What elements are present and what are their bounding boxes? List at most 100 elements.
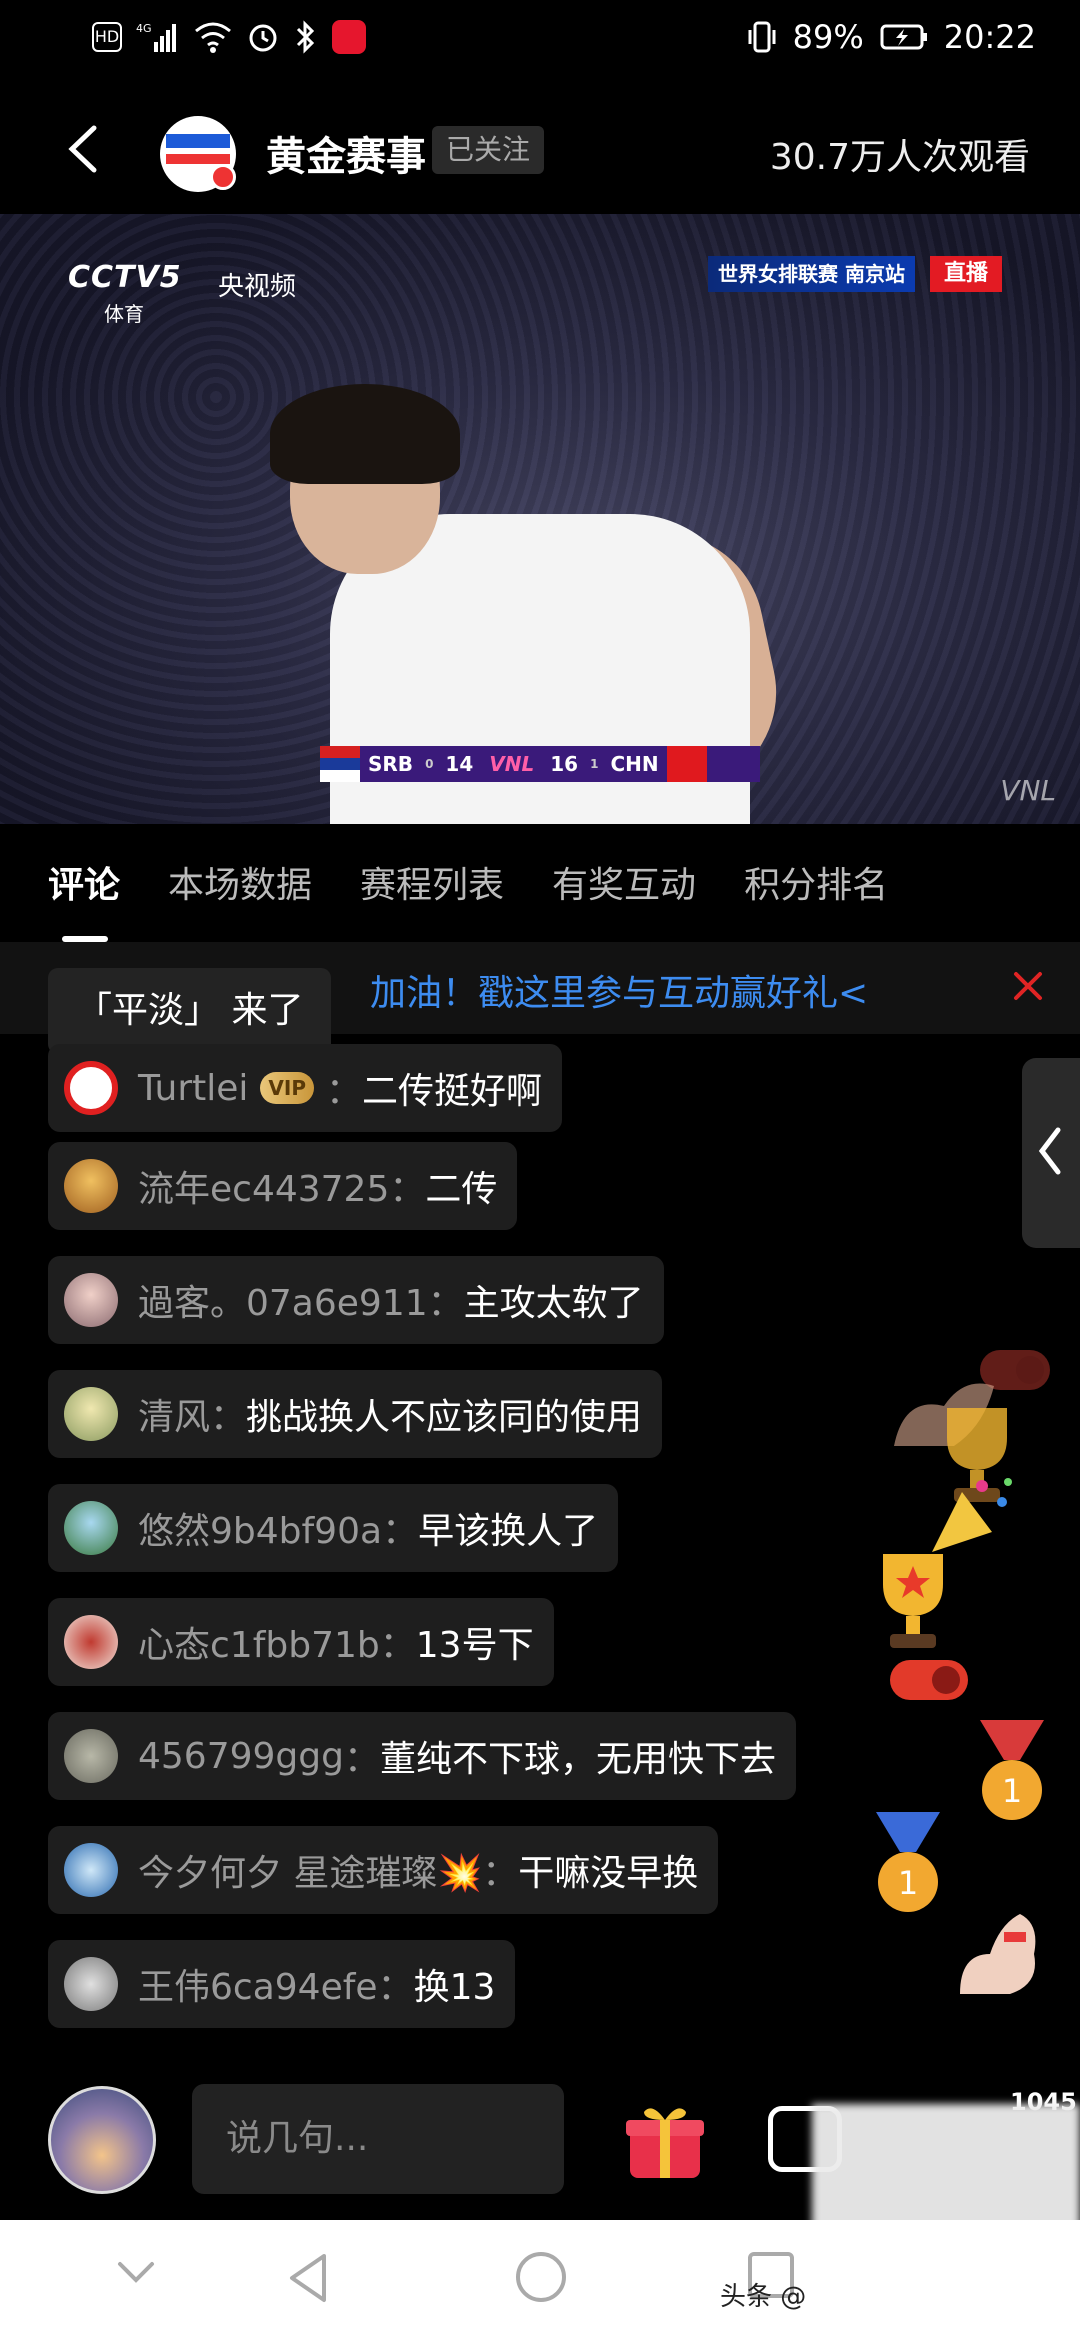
back-icon[interactable] bbox=[60, 124, 110, 174]
join-notification: 「平淡」 来了 bbox=[48, 968, 332, 1054]
vibrate-icon bbox=[748, 21, 776, 53]
broadcaster-logo: CCTV5 bbox=[68, 260, 182, 295]
comment-item[interactable]: 今夕何夕 星途璀璨💥 ： 干嘛没早换 bbox=[48, 1826, 719, 1914]
whistle-icon bbox=[890, 1660, 968, 1700]
comment-item[interactable]: 悠然9b4bf90a ： 早该换人了 bbox=[48, 1484, 619, 1572]
scoreboard: SRB 0 14 VNL 16 1 CHN bbox=[320, 746, 760, 782]
channel-name[interactable]: 黄金赛事 bbox=[266, 124, 426, 182]
comment-item[interactable]: 王伟6ca94efe ： 换13 bbox=[48, 1940, 516, 2028]
hd-icon: HD bbox=[92, 22, 122, 52]
comment-text: 二传挺好啊 bbox=[362, 1071, 543, 1112]
comment-text: 主攻太软了 bbox=[463, 1283, 644, 1324]
tab-comments[interactable]: 评论 bbox=[0, 856, 120, 908]
comment-input[interactable]: 说几句... bbox=[192, 2084, 564, 2194]
comment-item[interactable]: 流年ec443725 ： 二传 bbox=[48, 1142, 518, 1230]
clock: 20:22 bbox=[943, 18, 1036, 56]
comment-separator: ： bbox=[382, 1511, 419, 1552]
status-icons-left: HD 4G bbox=[92, 20, 366, 54]
comment-username[interactable]: 過客。07a6e911 bbox=[138, 1274, 428, 1326]
close-icon[interactable] bbox=[1010, 968, 1046, 1004]
comment-username[interactable]: 悠然9b4bf90a bbox=[138, 1502, 382, 1554]
vip-badge: VIP bbox=[260, 1072, 314, 1104]
promo-banner-text[interactable]: 加油！戳这里参与互动赢好礼< bbox=[370, 964, 868, 1016]
comment-avatar[interactable] bbox=[64, 1061, 118, 1115]
comment-item[interactable]: 清风 ： 挑战换人不应该同的使用 bbox=[48, 1370, 663, 1458]
comment-username[interactable]: 王伟6ca94efe bbox=[138, 1958, 378, 2010]
comment-separator: ： bbox=[326, 1071, 363, 1112]
comment-text: 挑战换人不应该同的使用 bbox=[246, 1397, 643, 1438]
comment-username[interactable]: 456799ggg bbox=[138, 1736, 344, 1777]
comment-separator: ： bbox=[482, 1853, 519, 1894]
my-avatar[interactable] bbox=[48, 2086, 156, 2194]
battery-icon bbox=[880, 24, 927, 50]
alarm-icon bbox=[249, 24, 277, 52]
gold-medal-icon: 1 bbox=[876, 1812, 940, 1912]
event-title: 世界女排联赛 南京站 bbox=[708, 256, 915, 292]
svg-text:1: 1 bbox=[898, 1864, 918, 1902]
tab-interaction[interactable]: 有奖互动 bbox=[504, 856, 696, 908]
comment-item[interactable]: 過客。07a6e911 ： 主攻太软了 bbox=[48, 1256, 664, 1344]
comment-avatar[interactable] bbox=[64, 1615, 118, 1669]
comment-separator: ： bbox=[389, 1169, 426, 1210]
comment-avatar[interactable] bbox=[64, 1501, 118, 1555]
back-nav-icon[interactable] bbox=[284, 2250, 334, 2306]
comment-avatar[interactable] bbox=[64, 1843, 118, 1897]
comment-separator: ： bbox=[210, 1397, 247, 1438]
side-panel-toggle[interactable] bbox=[1022, 1058, 1080, 1248]
comment-text: 干嘛没早换 bbox=[518, 1853, 699, 1894]
points-right: 16 bbox=[550, 752, 579, 776]
china-flag bbox=[666, 746, 707, 782]
status-icons-right: 89% 20:22 bbox=[747, 18, 1036, 56]
comment-text: 13号下 bbox=[415, 1625, 534, 1666]
platform-logo: 央视频 bbox=[218, 272, 297, 302]
comment-username[interactable]: Turtlei bbox=[138, 1068, 248, 1109]
weibo-icon bbox=[332, 20, 366, 54]
chevron-down-icon[interactable] bbox=[114, 2250, 158, 2294]
comment-separator: ： bbox=[377, 1967, 414, 2008]
points-left: 14 bbox=[445, 752, 474, 776]
follow-button[interactable]: 已关注 bbox=[432, 126, 545, 174]
comment-username[interactable]: 流年ec443725 bbox=[138, 1160, 389, 1212]
tab-bar: 评论 本场数据 赛程列表 有奖互动 积分排名 bbox=[0, 824, 1080, 940]
player-hair bbox=[270, 384, 460, 484]
comment-text: 换13 bbox=[413, 1967, 496, 2008]
flexed-biceps-icon bbox=[960, 1914, 1036, 1994]
live-badge: 直播 bbox=[930, 256, 1003, 292]
home-nav-icon[interactable] bbox=[514, 2250, 568, 2304]
comment-avatar[interactable] bbox=[64, 1729, 118, 1783]
trophy-icon bbox=[883, 1554, 943, 1648]
comment-avatar[interactable] bbox=[64, 1159, 118, 1213]
comment-username[interactable]: 今夕何夕 星途璀璨💥 bbox=[138, 1844, 482, 1896]
view-count: 30.7万人次观看 bbox=[769, 137, 1030, 178]
battery-percent: 89% bbox=[792, 18, 864, 56]
comment-username[interactable]: 清风 bbox=[138, 1388, 210, 1440]
comment-username[interactable]: 心态c1fbb71b bbox=[138, 1616, 380, 1668]
comment-avatar[interactable] bbox=[64, 1957, 118, 2011]
sets-right: 1 bbox=[590, 757, 599, 771]
svg-text:4G: 4G bbox=[136, 22, 152, 35]
league-logo: VNL bbox=[489, 752, 535, 776]
team-right: CHN bbox=[610, 752, 659, 776]
gift-icon[interactable] bbox=[622, 2098, 708, 2184]
wifi-icon bbox=[195, 22, 231, 53]
status-bar: HD 4G 89% 20:22 bbox=[0, 0, 1080, 84]
comment-item[interactable]: Turtlei VIP ： 二传挺好啊 bbox=[48, 1044, 563, 1132]
video-watermark: VNL bbox=[1000, 774, 1056, 807]
tab-match-stats[interactable]: 本场数据 bbox=[120, 856, 312, 908]
comment-separator: ： bbox=[343, 1739, 380, 1780]
comment-separator: ： bbox=[379, 1625, 416, 1666]
comment-item[interactable]: 心态c1fbb71b ： 13号下 bbox=[48, 1598, 554, 1686]
chevron-left-icon bbox=[1038, 1127, 1061, 1175]
source-watermark: 头条 @ bbox=[720, 2282, 807, 2312]
live-video-player[interactable]: CCTV5 体育 央视频 世界女排联赛 南京站 直播 SRB 0 14 VNL … bbox=[0, 214, 1080, 824]
team-left: SRB bbox=[368, 752, 414, 776]
bluetooth-icon bbox=[296, 20, 315, 54]
comment-avatar[interactable] bbox=[64, 1387, 118, 1441]
comment-avatar[interactable] bbox=[64, 1273, 118, 1327]
comment-item[interactable]: 456799ggg ： 董纯不下球，无用快下去 bbox=[48, 1712, 797, 1800]
system-nav-bar bbox=[0, 2220, 1080, 2340]
gold-medal-icon: 1 bbox=[980, 1720, 1044, 1820]
tab-schedule[interactable]: 赛程列表 bbox=[312, 856, 504, 908]
comment-separator: ： bbox=[427, 1283, 464, 1324]
tab-ranking[interactable]: 积分排名 bbox=[696, 856, 888, 908]
